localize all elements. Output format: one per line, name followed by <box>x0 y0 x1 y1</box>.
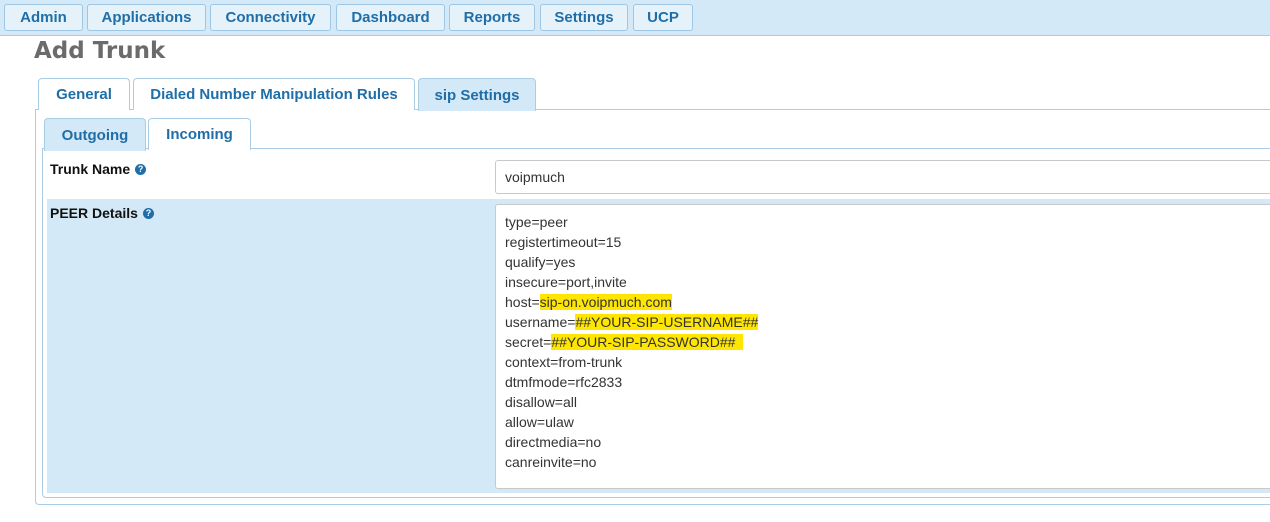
trunk-name-label: Trunk Name ? <box>50 161 147 177</box>
peer-line: dtmfmode=rfc2833 <box>505 374 623 390</box>
nav-dashboard[interactable]: Dashboard <box>336 4 445 31</box>
nav-reports[interactable]: Reports <box>449 4 535 31</box>
nav-applications[interactable]: Applications <box>87 4 206 31</box>
peer-line: context=from-trunk <box>505 354 623 370</box>
trunk-name-label-text: Trunk Name <box>50 161 131 177</box>
peer-line: directmedia=no <box>505 434 602 450</box>
trunk-name-value: voipmuch <box>505 169 565 185</box>
tab-general[interactable]: General <box>38 78 130 110</box>
peer-line: insecure=port,invite <box>505 274 627 290</box>
top-nav: Admin Applications Connectivity Dashboar… <box>0 0 1270 36</box>
subtab-incoming[interactable]: Incoming <box>148 118 251 150</box>
peer-details-label: PEER Details ? <box>50 205 154 221</box>
peer-line: username=##YOUR-SIP-USERNAME## <box>505 314 759 330</box>
peer-line: canreinvite=no <box>505 454 597 470</box>
page-title: Add Trunk <box>34 38 166 64</box>
help-circle-icon[interactable]: ? <box>135 163 147 175</box>
highlighted-value: sip-on.voipmuch.com <box>539 294 672 310</box>
highlighted-value: ##YOUR-SIP-PASSWORD## <box>551 334 744 350</box>
peer-line: type=peer <box>505 214 568 230</box>
peer-line: registertimeout=15 <box>505 234 622 250</box>
nav-connectivity[interactable]: Connectivity <box>210 4 331 31</box>
subtab-outgoing[interactable]: Outgoing <box>44 118 146 151</box>
nav-admin[interactable]: Admin <box>4 4 83 31</box>
peer-line: host=sip-on.voipmuch.com <box>505 294 672 310</box>
peer-line: qualify=yes <box>505 254 576 270</box>
peer-details-label-text: PEER Details <box>50 205 138 221</box>
tab-dialed-number-manipulation-rules[interactable]: Dialed Number Manipulation Rules <box>133 78 415 110</box>
nav-settings[interactable]: Settings <box>540 4 628 31</box>
highlighted-value: ##YOUR-SIP-USERNAME## <box>575 314 759 330</box>
peer-details-textarea[interactable]: type=peer registertimeout=15 qualify=yes… <box>495 204 1270 489</box>
peer-line: allow=ulaw <box>505 414 574 430</box>
trunk-name-input[interactable]: voipmuch <box>495 160 1270 194</box>
tab-sip-settings[interactable]: sip Settings <box>418 78 536 111</box>
nav-ucp[interactable]: UCP <box>633 4 693 31</box>
peer-line: disallow=all <box>505 394 577 410</box>
peer-line: secret=##YOUR-SIP-PASSWORD## <box>505 334 744 350</box>
help-circle-icon[interactable]: ? <box>142 207 154 219</box>
